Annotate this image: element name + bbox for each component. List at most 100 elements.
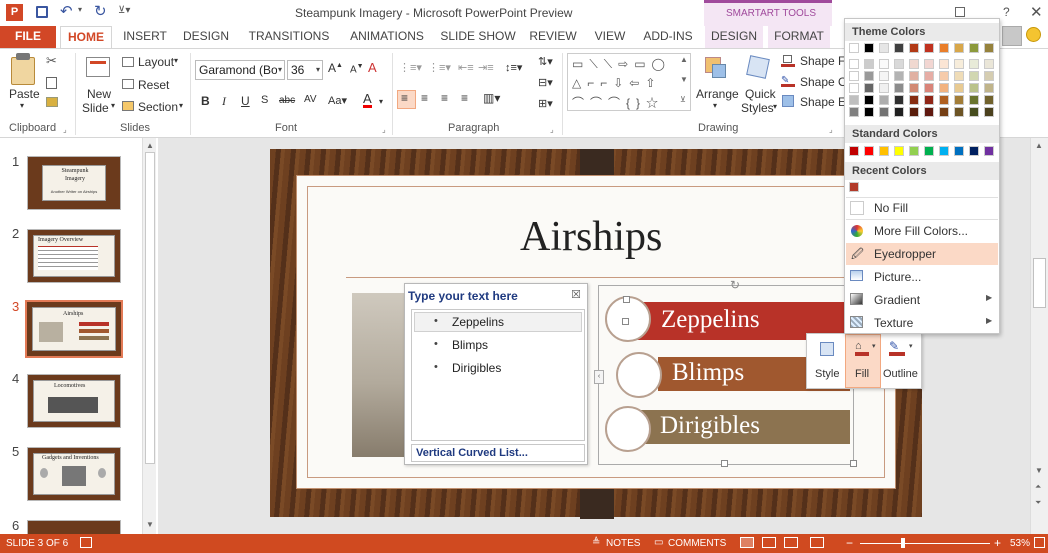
theme-color-swatch[interactable] (894, 59, 904, 69)
fit-slide-icon[interactable] (1034, 537, 1045, 548)
mini-outline-button[interactable]: Outline (883, 368, 918, 380)
shape-effects-icon[interactable] (782, 95, 794, 107)
theme-color-swatch[interactable] (924, 95, 934, 105)
text-pane-item-3-label[interactable]: Dirigibles (452, 361, 501, 375)
outline-pen-icon[interactable]: ✎ (889, 340, 905, 356)
rotate-handle-icon[interactable]: ↻ (730, 278, 740, 292)
outline-dropdown-icon[interactable]: ▾ (909, 342, 913, 350)
circle-handle-top[interactable] (623, 296, 630, 303)
layout-dropdown-icon[interactable]: ▾ (174, 56, 178, 65)
theme-color-swatch[interactable] (924, 107, 934, 117)
thumbnail-scrollbar[interactable]: ▲ ▼ (142, 138, 156, 534)
theme-color-swatch[interactable] (849, 83, 859, 93)
theme-color-swatch[interactable] (894, 43, 904, 53)
canvas-scroll-up-icon[interactable]: ▲ (1035, 141, 1043, 150)
canvas-scroll-down-icon[interactable]: ▼ (1035, 466, 1043, 475)
normal-view-icon[interactable] (740, 537, 754, 548)
theme-color-swatch[interactable] (849, 59, 859, 69)
new-slide-label-line2[interactable]: Slide (82, 101, 109, 115)
decrease-indent-icon[interactable]: ⇤≡ (458, 61, 474, 74)
smiley-feedback-icon[interactable] (1026, 27, 1041, 42)
theme-color-swatch[interactable] (969, 95, 979, 105)
fill-dropdown-icon[interactable]: ▾ (872, 342, 876, 350)
new-slide-icon[interactable] (86, 57, 110, 77)
theme-color-swatch[interactable] (924, 43, 934, 53)
airship-picture[interactable] (352, 293, 412, 457)
theme-color-swatch[interactable] (969, 71, 979, 81)
bold-icon[interactable]: B (201, 94, 210, 108)
tab-view[interactable]: VIEW (590, 26, 630, 48)
theme-color-swatch[interactable] (864, 107, 874, 117)
slide-title[interactable]: Airships (520, 213, 662, 261)
arrange-button[interactable]: Arrange (696, 87, 739, 101)
shapes-scroll-up-icon[interactable]: ▲ (680, 55, 688, 64)
close-window-icon[interactable]: ✕ (1030, 3, 1043, 21)
theme-color-swatch[interactable] (849, 95, 859, 105)
font-name-dropdown-icon[interactable]: ▾ (278, 65, 282, 74)
line-spacing-icon[interactable]: ↕≡▾ (505, 61, 522, 74)
tab-smartart-format[interactable]: FORMAT (768, 26, 830, 48)
theme-color-swatch[interactable] (939, 107, 949, 117)
standard-color-swatch[interactable] (924, 146, 934, 156)
theme-color-swatch[interactable] (894, 83, 904, 93)
theme-color-swatch[interactable] (939, 71, 949, 81)
clipboard-launcher-icon[interactable]: ⌟ (63, 125, 67, 134)
slide-thumbnail-3-selected[interactable]: Airships (25, 300, 123, 358)
text-direction-icon[interactable]: ⇅▾ (538, 55, 553, 68)
theme-color-swatch[interactable] (879, 59, 889, 69)
theme-color-swatch[interactable] (909, 107, 919, 117)
quick-styles-label-line2[interactable]: Styles (741, 101, 774, 115)
drawing-launcher-icon[interactable]: ⌟ (829, 125, 833, 134)
tab-design[interactable]: DESIGN (178, 26, 234, 48)
tab-smartart-design[interactable]: DESIGN (705, 26, 763, 48)
reset-button[interactable]: Reset (138, 78, 169, 92)
columns-icon[interactable]: ▥▾ (483, 91, 500, 105)
shapes-row-2[interactable]: △⌐⌐⇩⇦⇧ (572, 76, 661, 90)
paste-icon[interactable] (11, 57, 35, 85)
theme-color-swatch[interactable] (969, 43, 979, 53)
standard-color-swatch[interactable] (969, 146, 979, 156)
theme-color-swatch[interactable] (879, 95, 889, 105)
tab-insert[interactable]: INSERT (118, 26, 172, 48)
quick-styles-icon[interactable] (746, 55, 770, 79)
theme-color-swatch[interactable] (924, 59, 934, 69)
mini-style-button[interactable]: Style (815, 368, 839, 380)
theme-color-swatch[interactable] (909, 59, 919, 69)
shape-outline-icon[interactable]: ✎ (781, 75, 795, 87)
strikethrough-icon[interactable]: abc (279, 95, 295, 106)
theme-color-swatch[interactable] (849, 107, 859, 117)
slide-thumbnail-2[interactable]: Imagery Overview (27, 229, 121, 283)
spell-check-icon[interactable] (80, 537, 92, 548)
character-spacing-icon[interactable]: AV (304, 94, 317, 105)
center-icon[interactable]: ≡ (421, 91, 428, 105)
user-avatar[interactable] (1002, 26, 1022, 46)
style-icon[interactable] (820, 342, 834, 356)
theme-color-swatch[interactable] (894, 107, 904, 117)
zoom-out-icon[interactable]: − (846, 536, 853, 550)
font-color-dropdown-icon[interactable]: ▾ (379, 97, 383, 106)
standard-color-swatch[interactable] (849, 146, 859, 156)
text-pane-toggle-icon[interactable]: ‹ (594, 370, 604, 384)
undo-icon[interactable]: ↶ (60, 2, 73, 20)
theme-color-swatch[interactable] (984, 83, 994, 93)
paragraph-launcher-icon[interactable]: ⌟ (550, 125, 554, 134)
shapes-row-1[interactable]: ▭⟍⟍⇨▭◯ (572, 57, 671, 72)
slide-thumbnail-5[interactable]: Gadgets and Inventions (27, 447, 121, 501)
font-size-combo[interactable]: 36 ▾ (287, 60, 323, 80)
bullets-icon[interactable]: ⋮≡▾ (399, 61, 422, 74)
tab-home[interactable]: HOME (60, 26, 112, 49)
standard-color-swatch[interactable] (909, 146, 919, 156)
section-button[interactable]: Section (138, 100, 178, 114)
align-right-icon[interactable]: ≡ (441, 91, 448, 105)
undo-dropdown-icon[interactable]: ▾ (78, 5, 82, 14)
comments-button[interactable]: COMMENTS (668, 538, 726, 549)
theme-color-swatch[interactable] (939, 43, 949, 53)
paste-button[interactable]: Paste (9, 87, 40, 101)
theme-color-swatch[interactable] (909, 83, 919, 93)
list-item-dirigibles[interactable]: Dirigibles (636, 410, 850, 444)
shape-fill-icon[interactable] (781, 55, 795, 67)
theme-color-swatch[interactable] (864, 71, 874, 81)
tab-transitions[interactable]: TRANSITIONS (246, 26, 332, 48)
clear-formatting-icon[interactable]: A (368, 60, 377, 75)
shape-effects-button[interactable]: Shape Ef (800, 95, 849, 109)
